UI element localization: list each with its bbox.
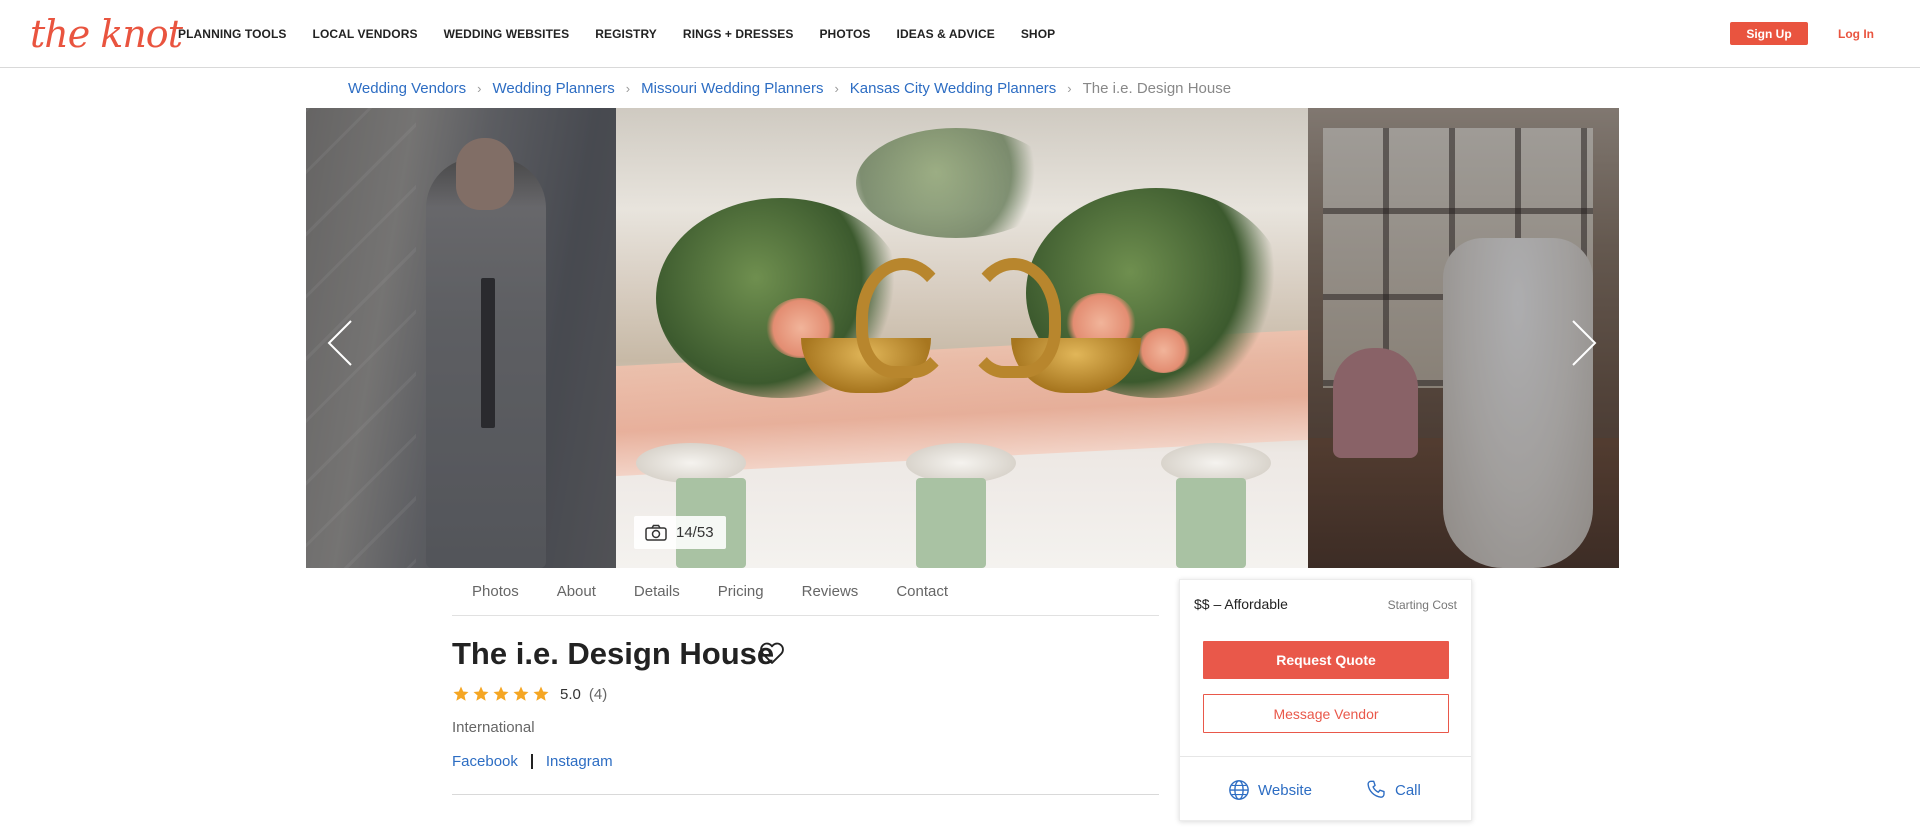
message-vendor-button[interactable]: Message Vendor [1203,694,1449,733]
request-quote-button[interactable]: Request Quote [1203,641,1449,679]
site-header: the knot PLANNING TOOLS LOCAL VENDORS WE… [0,0,1920,68]
facebook-link[interactable]: Facebook [452,753,518,770]
nav-local-vendors[interactable]: LOCAL VENDORS [313,27,418,41]
breadcrumb: Wedding Vendors › Wedding Planners › Mis… [348,78,1231,98]
vendor-rating[interactable]: 5.0 (4) [452,682,607,706]
pricing-card: $$ – Affordable Starting Cost Request Qu… [1179,579,1472,821]
nav-ideas-advice[interactable]: IDEAS & ADVICE [897,27,995,41]
breadcrumb-separator-icon: › [834,80,839,96]
breadcrumb-kansas-city-wedding-planners[interactable]: Kansas City Wedding Planners [850,80,1057,97]
nav-shop[interactable]: SHOP [1021,27,1055,41]
rating-stars [452,685,550,703]
log-in-link[interactable]: Log In [1838,22,1874,45]
sign-up-button[interactable]: Sign Up [1730,22,1808,45]
star-icon [473,686,489,701]
tab-about[interactable]: About [557,583,596,600]
call-link[interactable]: Call [1365,778,1421,802]
tab-details[interactable]: Details [634,583,680,600]
nav-rings-dresses[interactable]: RINGS + DRESSES [683,27,794,41]
main-nav: PLANNING TOOLS LOCAL VENDORS WEDDING WEB… [178,0,1081,68]
photo-counter[interactable]: 14/53 [634,516,726,549]
nav-planning-tools[interactable]: PLANNING TOOLS [178,27,287,41]
card-divider [1180,756,1471,757]
website-link[interactable]: Website [1228,778,1312,802]
tab-reviews[interactable]: Reviews [802,583,859,600]
nav-photos[interactable]: PHOTOS [819,27,870,41]
gallery-prev-button[interactable] [320,313,360,373]
star-icon [513,686,529,701]
breadcrumb-separator-icon: › [1067,80,1072,96]
photo-counter-text: 14/53 [676,524,714,541]
social-links: Facebook Instagram [452,753,613,770]
star-icon [533,686,549,701]
breadcrumb-wedding-planners[interactable]: Wedding Planners [492,80,614,97]
gallery-next-button[interactable] [1564,313,1604,373]
star-icon [493,686,509,701]
rating-value: 5.0 [560,685,581,703]
nav-wedding-websites[interactable]: WEDDING WEBSITES [444,27,570,41]
tab-photos[interactable]: Photos [472,583,519,600]
phone-icon [1367,780,1385,798]
chevron-right-icon [1572,320,1597,366]
photo-gallery[interactable]: 14/53 [306,108,1619,568]
breadcrumb-wedding-vendors[interactable]: Wedding Vendors [348,80,466,97]
price-tier: $$ – Affordable [1194,596,1288,612]
breadcrumb-separator-icon: › [477,80,482,96]
review-count: (4) [588,685,608,703]
social-divider [530,754,533,769]
breadcrumb-separator-icon: › [625,80,631,96]
section-divider [452,794,1159,795]
vendor-name: The i.e. Design House [452,636,775,671]
nav-registry[interactable]: REGISTRY [595,27,657,41]
favorite-button[interactable] [758,639,786,667]
star-icon [453,686,469,701]
tab-pricing[interactable]: Pricing [718,583,764,600]
starting-cost-label: Starting Cost [1387,598,1457,612]
heart-icon [760,642,784,664]
vendor-tabs: Photos About Details Pricing Reviews Con… [452,568,1159,616]
the-knot-logo[interactable]: the knot [30,12,183,56]
camera-icon [645,524,667,541]
call-label: Call [1395,781,1421,799]
breadcrumb-current: The i.e. Design House [1082,79,1232,97]
globe-icon [1229,780,1249,800]
tab-contact[interactable]: Contact [896,583,948,600]
vendor-location: International [452,719,535,736]
chevron-left-icon [327,320,352,366]
instagram-link[interactable]: Instagram [546,753,613,770]
breadcrumb-missouri-wedding-planners[interactable]: Missouri Wedding Planners [641,80,823,97]
website-label: Website [1258,781,1312,799]
gallery-photo-current[interactable] [616,108,1308,568]
